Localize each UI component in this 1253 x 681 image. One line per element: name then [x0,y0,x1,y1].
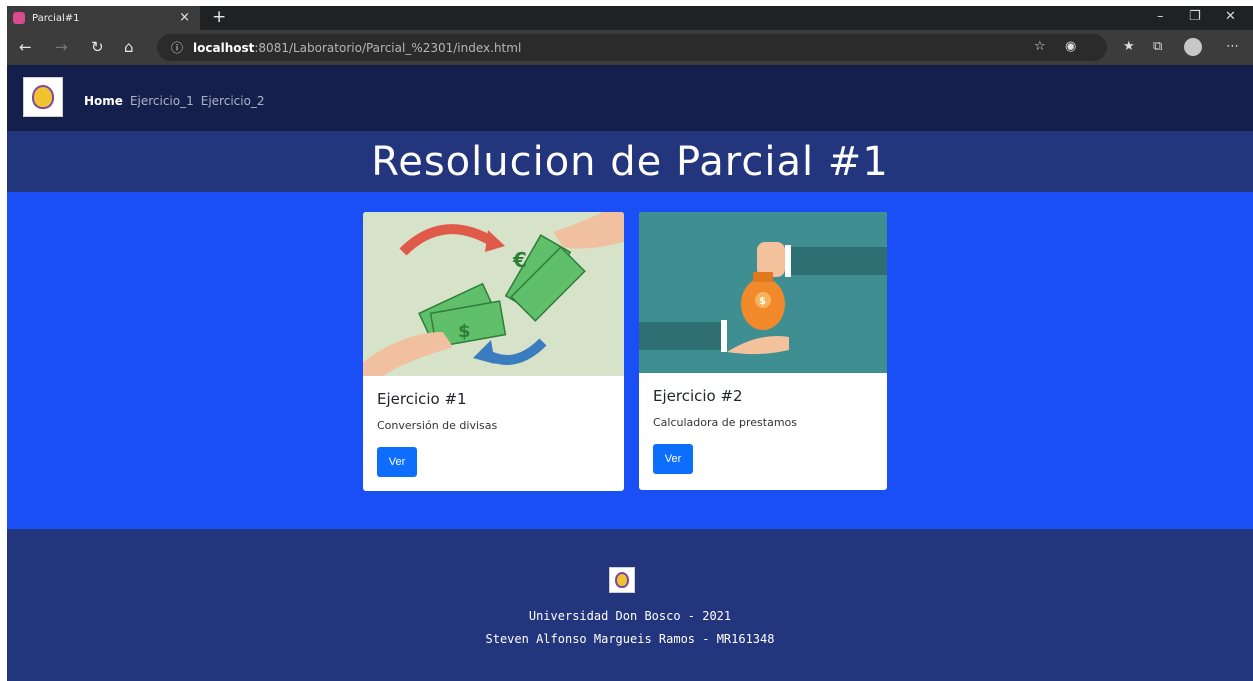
nav-link-home[interactable]: Home [84,94,123,108]
browser-toolbar: ← → ↻ ⌂ ⓘ localhost :8081/Laboratorio/Pa… [7,30,1253,65]
currency-exchange-image: $ € [363,212,624,376]
url-host: localhost [193,40,255,55]
card-ejercicio-1: $ € Ejercicio #1 Conversión de divisas V… [363,212,624,491]
tracking-icon[interactable]: ◉ [1065,39,1076,54]
card-text: Calculadora de prestamos [653,416,798,429]
nav-link-ejercicio-2[interactable]: Ejercicio_2 [201,94,265,108]
info-icon[interactable]: ⓘ [171,39,183,56]
university-emblem-icon [32,85,54,109]
page-content: Home Ejercicio_1 Ejercicio_2 Resolucion … [7,65,1253,681]
site-footer: Universidad Don Bosco - 2021 Steven Alfo… [7,529,1253,681]
browser-tab[interactable]: Parcial#1 × [7,6,200,30]
site-logo[interactable] [23,77,63,117]
card-title: Ejercicio #2 [653,387,743,405]
read-aloud-icon[interactable]: ☆ [1034,39,1046,54]
footer-logo [609,567,635,593]
cards-section: $ € Ejercicio #1 Conversión de divisas V… [7,192,1253,529]
address-bar[interactable]: ⓘ localhost :8081/Laboratorio/Parcial_%2… [157,34,1107,61]
close-window-icon[interactable]: ✕ [1225,9,1236,24]
footer-author: Steven Alfonso Margueis Ramos - MR161348 [485,632,775,646]
nav-link-ejercicio-1[interactable]: Ejercicio_1 [130,94,194,108]
card-title: Ejercicio #1 [377,390,467,408]
url-path: :8081/Laboratorio/Parcial_%2301/index.ht… [254,40,522,55]
restore-icon[interactable]: ❐ [1189,9,1201,24]
refresh-icon[interactable]: ↻ [91,38,104,56]
nav-links: Home Ejercicio_1 Ejercicio_2 [84,94,265,108]
back-icon[interactable]: ← [19,38,32,56]
hero-banner: Resolucion de Parcial #1 [7,131,1253,192]
card-ejercicio-2: $ Ejercicio #2 Calculadora de prestamos … [639,212,887,490]
footer-university: Universidad Don Bosco - 2021 [528,609,732,623]
university-emblem-icon [615,572,629,588]
browser-window: Parcial#1 × + – ❐ ✕ ← → ↻ ⌂ ⓘ localhost … [7,6,1253,681]
tab-strip: Parcial#1 × + – ❐ ✕ [7,6,1253,30]
svg-text:$: $ [458,321,471,342]
page-title: Resolucion de Parcial #1 [371,138,889,185]
svg-text:€: € [512,248,527,272]
ver-button-ejercicio-1[interactable]: Ver [377,447,417,477]
tab-title: Parcial#1 [32,12,80,24]
ver-button-ejercicio-2[interactable]: Ver [653,444,693,474]
loan-image: $ [639,212,887,373]
profile-icon[interactable] [1184,38,1202,56]
collections-icon[interactable]: ⧉ [1153,39,1162,54]
tab-close-icon[interactable]: × [179,10,190,25]
minimize-icon[interactable]: – [1157,9,1164,24]
forward-icon[interactable]: → [55,38,68,56]
more-icon[interactable]: ⋯ [1226,39,1239,54]
home-icon[interactable]: ⌂ [124,38,134,56]
favorites-icon[interactable]: ★ [1123,39,1135,54]
new-tab-icon[interactable]: + [212,7,226,27]
svg-text:$: $ [759,296,766,307]
card-text: Conversión de divisas [377,419,498,432]
site-navbar: Home Ejercicio_1 Ejercicio_2 [7,65,1253,131]
page-favicon-icon [13,12,25,24]
